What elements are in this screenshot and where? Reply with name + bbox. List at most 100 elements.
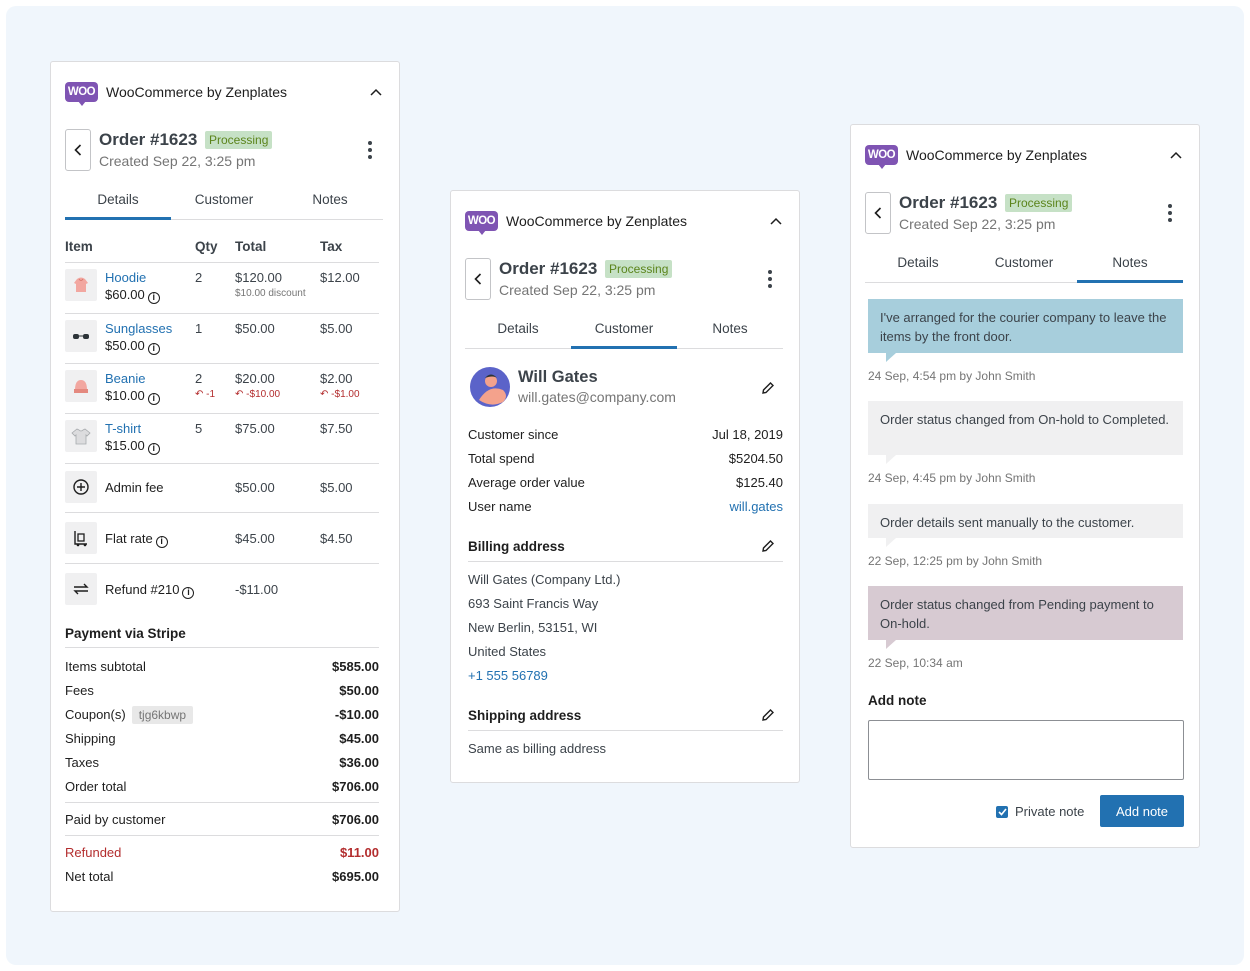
status-badge: Processing <box>605 260 673 278</box>
info-icon[interactable]: i <box>147 393 160 405</box>
back-button[interactable] <box>865 192 891 234</box>
tab-customer[interactable]: Customer <box>971 246 1077 282</box>
refund-arrow-icon: ↶ <box>235 389 247 400</box>
status-badge: Processing <box>1005 194 1073 212</box>
order-created: Created Sep 22, 3:25 pm <box>99 153 256 169</box>
summary-row: Shipping $45.00 <box>65 731 379 746</box>
panel-header: WOO WooCommerce by Zenplates <box>865 144 1183 169</box>
panel-header: WOO WooCommerce by Zenplates <box>65 81 383 106</box>
col-header-item: Item <box>65 239 93 254</box>
item-tax: $12.00 <box>320 270 360 285</box>
item-link-beanie[interactable]: Beanie <box>105 371 145 386</box>
chevron-left-icon <box>874 207 882 219</box>
billing-line: Will Gates (Company Ltd.) <box>468 572 621 587</box>
item-total: $75.00 <box>235 421 275 436</box>
woo-logo: WOO <box>65 82 98 106</box>
item-qty: 5 <box>195 421 203 436</box>
item-discount: $10.00 discount <box>235 288 306 299</box>
summary-row: Coupon(s) tjg6kbwp -$10.00 <box>65 706 379 724</box>
back-button[interactable] <box>465 258 491 300</box>
tab-customer[interactable]: Customer <box>571 312 677 349</box>
item-tax: $7.50 <box>320 421 353 436</box>
more-options-icon[interactable] <box>767 270 773 288</box>
pencil-icon[interactable] <box>761 381 775 398</box>
tab-notes[interactable]: Notes <box>1077 246 1183 283</box>
info-icon[interactable]: i <box>147 292 160 304</box>
item-total: $120.00 <box>235 270 282 285</box>
avatar <box>469 366 511 408</box>
col-header-total: Total <box>235 239 267 254</box>
refund-arrow-icon: ↶ <box>195 389 207 400</box>
panel-title: WooCommerce by Zenplates <box>106 84 288 100</box>
private-note-checkbox[interactable] <box>996 806 1008 818</box>
pencil-icon[interactable] <box>761 708 775 725</box>
customer-panel: WOO WooCommerce by Zenplates Order #1623… <box>450 190 800 783</box>
refunded-row: Refunded $11.00 <box>65 845 379 860</box>
item-price: $10.00 <box>105 388 145 403</box>
fee-total: $50.00 <box>235 480 275 495</box>
fee-total: -$11.00 <box>235 582 279 597</box>
customer-email: will.gates@company.com <box>518 389 676 405</box>
item-link-tshirt[interactable]: T-shirt <box>105 421 141 436</box>
tab-customer[interactable]: Customer <box>171 183 277 219</box>
col-header-qty: Qty <box>195 239 218 254</box>
divider <box>65 563 379 564</box>
fee-name: Flat rate <box>105 531 153 546</box>
username-link[interactable]: will.gates <box>730 499 783 514</box>
order-created: Created Sep 22, 3:25 pm <box>499 282 656 298</box>
tshirt-icon <box>65 420 97 452</box>
panel-title: WooCommerce by Zenplates <box>906 147 1088 163</box>
note-bubble: Order status changed from On-hold to Com… <box>868 401 1183 464</box>
tab-details[interactable]: Details <box>65 183 171 220</box>
item-price: $15.00 <box>105 438 145 453</box>
pencil-icon[interactable] <box>761 539 775 556</box>
net-total-row: Net total $695.00 <box>65 869 379 884</box>
fee-name: Refund #210 <box>105 582 180 597</box>
phone-link[interactable]: +1 555 56789 <box>468 668 548 683</box>
info-icon[interactable]: i <box>147 443 160 455</box>
note-textarea[interactable] <box>868 720 1184 780</box>
item-link-hoodie[interactable]: Hoodie <box>105 270 146 285</box>
tab-details[interactable]: Details <box>465 312 571 348</box>
tab-details[interactable]: Details <box>865 246 971 282</box>
col-header-tax: Tax <box>320 239 343 254</box>
item-link-sunglasses[interactable]: Sunglasses <box>105 321 172 336</box>
chevron-up-icon[interactable] <box>769 214 783 228</box>
item-tax-refund: -$1.00 <box>331 389 360 400</box>
payment-title: Payment via Stripe <box>65 626 186 641</box>
back-button[interactable] <box>65 129 91 171</box>
fee-tax: $4.50 <box>320 531 353 546</box>
tab-bar: Details Customer Notes <box>465 312 783 349</box>
note-bubble: Order status changed from Pending paymen… <box>868 586 1183 649</box>
chevron-up-icon[interactable] <box>1169 148 1183 162</box>
shipping-title: Shipping address <box>468 708 582 723</box>
order-header: Order #1623 Processing Created Sep 22, 3… <box>465 258 783 302</box>
more-options-icon[interactable] <box>367 141 373 159</box>
more-options-icon[interactable] <box>1167 204 1173 222</box>
note-meta: 24 Sep, 4:45 pm by John Smith <box>868 471 1036 485</box>
panel-header: WOO WooCommerce by Zenplates <box>465 210 783 235</box>
beanie-icon <box>65 370 97 402</box>
stat-row: User name will.gates <box>468 499 783 514</box>
shipping-icon <box>65 522 97 554</box>
item-total: $50.00 <box>235 321 275 336</box>
tab-notes[interactable]: Notes <box>677 312 783 348</box>
fee-name: Admin fee <box>105 480 164 495</box>
info-icon[interactable]: i <box>147 343 160 355</box>
order-title: Order #1623 <box>899 193 998 212</box>
info-icon[interactable]: i <box>155 536 168 548</box>
note-bubble: Order details sent manually to the custo… <box>868 504 1183 547</box>
add-note-label: Add note <box>868 693 927 708</box>
hoodie-icon <box>65 269 97 301</box>
summary-row: Taxes $36.00 <box>65 755 379 770</box>
chevron-left-icon <box>474 273 482 285</box>
chevron-up-icon[interactable] <box>369 85 383 99</box>
item-tax: $5.00 <box>320 321 353 336</box>
tab-bar: Details Customer Notes <box>65 183 383 220</box>
billing-line: United States <box>468 644 547 659</box>
add-note-button[interactable]: Add note <box>1100 795 1184 827</box>
tab-notes[interactable]: Notes <box>277 183 383 219</box>
item-qty: 1 <box>195 321 203 336</box>
info-icon[interactable]: i <box>182 587 195 599</box>
tab-bar: Details Customer Notes <box>865 246 1183 283</box>
